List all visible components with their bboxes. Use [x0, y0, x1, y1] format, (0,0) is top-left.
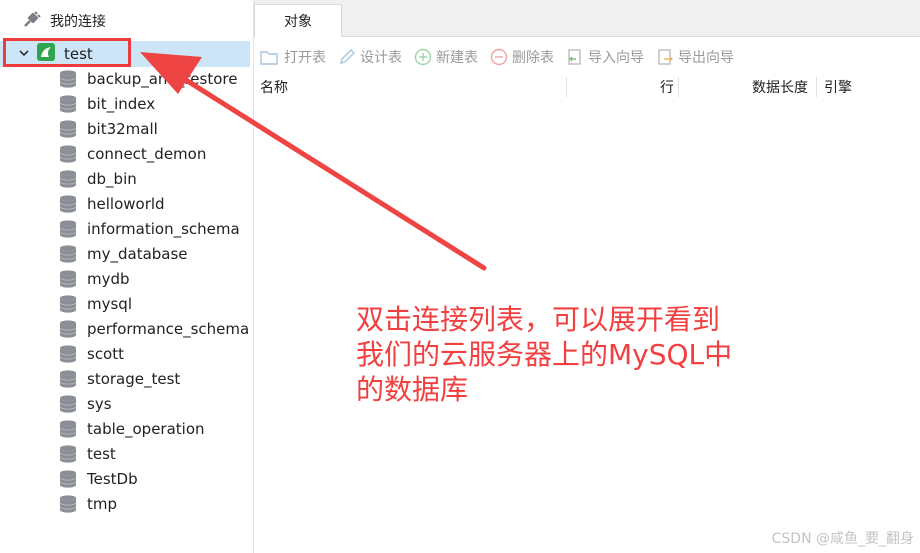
annotation-text: 双击连接列表，可以展开看到 我们的云服务器上的MySQL中 的数据库	[356, 302, 776, 407]
watermark: CSDN @咸鱼_要_翻身	[771, 531, 914, 547]
annotation-line: 的数据库	[356, 373, 469, 406]
annotation-line: 双击连接列表，可以展开看到	[356, 303, 721, 336]
annotation-arrow	[140, 52, 487, 271]
annotation-line: 我们的云服务器上的MySQL中	[356, 338, 733, 371]
